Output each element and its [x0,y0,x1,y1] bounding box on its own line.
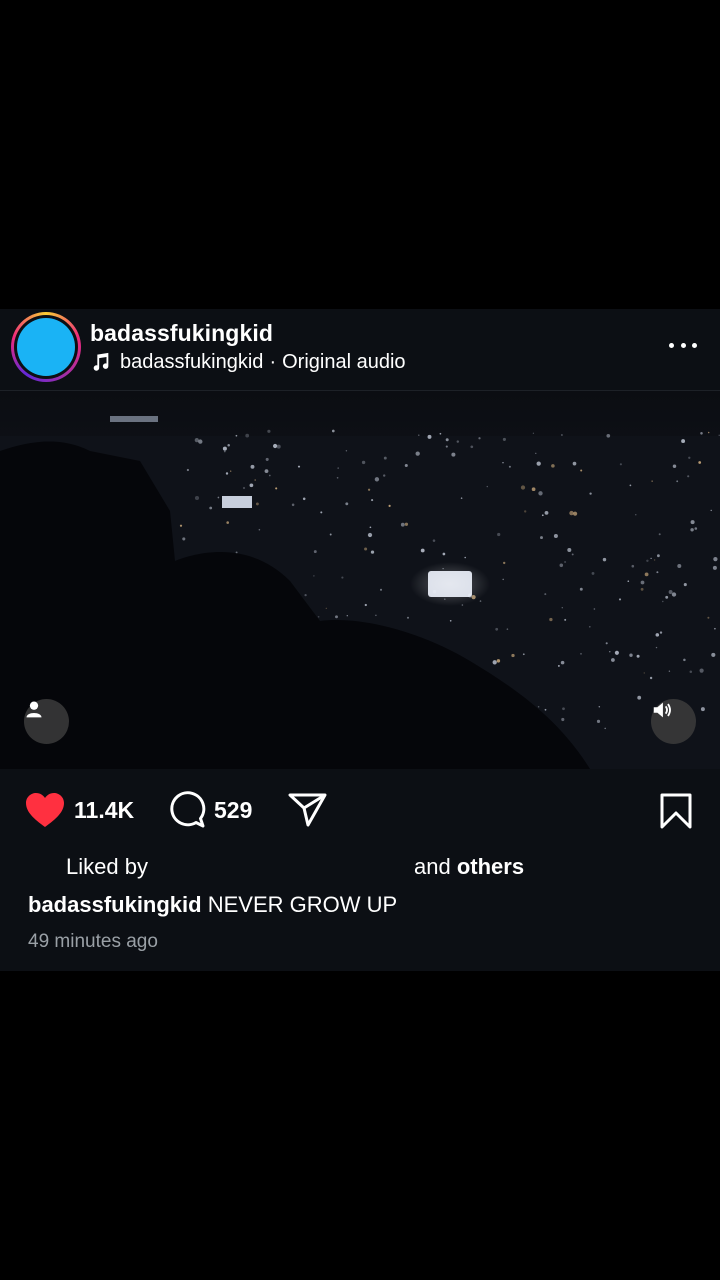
caption-text: NEVER GROW UP [207,892,398,917]
share-button[interactable] [288,791,328,829]
night-city-video-frame [0,391,720,769]
feed-post: badassfukingkid badassfukingkid · Origin… [0,309,720,971]
sound-toggle-button[interactable] [651,699,696,744]
more-options-button[interactable] [664,333,702,357]
audio-title: Original audio [282,350,406,373]
like-count[interactable]: 11.4K [74,797,134,824]
liked-by-label: Liked by [66,854,148,879]
comment-count[interactable]: 529 [214,797,252,824]
audio-link[interactable]: badassfukingkid · Original audio [90,349,406,375]
music-note-icon [93,352,109,371]
liked-by-and: and [414,854,451,879]
caption-username[interactable]: badassfukingkid [28,892,202,917]
audio-artist: badassfukingkid [120,350,264,373]
comment-icon [170,791,206,828]
speaker-on-icon [653,702,671,718]
liked-by-others[interactable]: others [457,854,524,879]
post-username[interactable]: badassfukingkid [90,320,273,347]
send-icon [288,793,327,827]
post-header: badassfukingkid badassfukingkid · Origin… [0,309,720,391]
tagged-people-button[interactable] [24,699,69,744]
audio-separator: · [269,350,277,373]
avatar[interactable] [17,318,75,376]
person-icon [26,701,42,718]
bookmark-icon [660,793,692,829]
post-caption: badassfukingkid NEVER GROW UP [28,892,397,918]
heart-icon [26,793,64,827]
comment-button[interactable]: 529 [168,791,252,829]
story-ring[interactable] [11,312,81,382]
post-timestamp: 49 minutes ago [28,931,158,952]
save-button[interactable] [659,793,693,834]
liked-by-line[interactable]: Liked by and others [66,854,524,880]
like-button[interactable]: 11.4K [24,791,134,829]
post-video[interactable] [0,391,720,769]
post-actions: 11.4K 529 [0,769,720,851]
